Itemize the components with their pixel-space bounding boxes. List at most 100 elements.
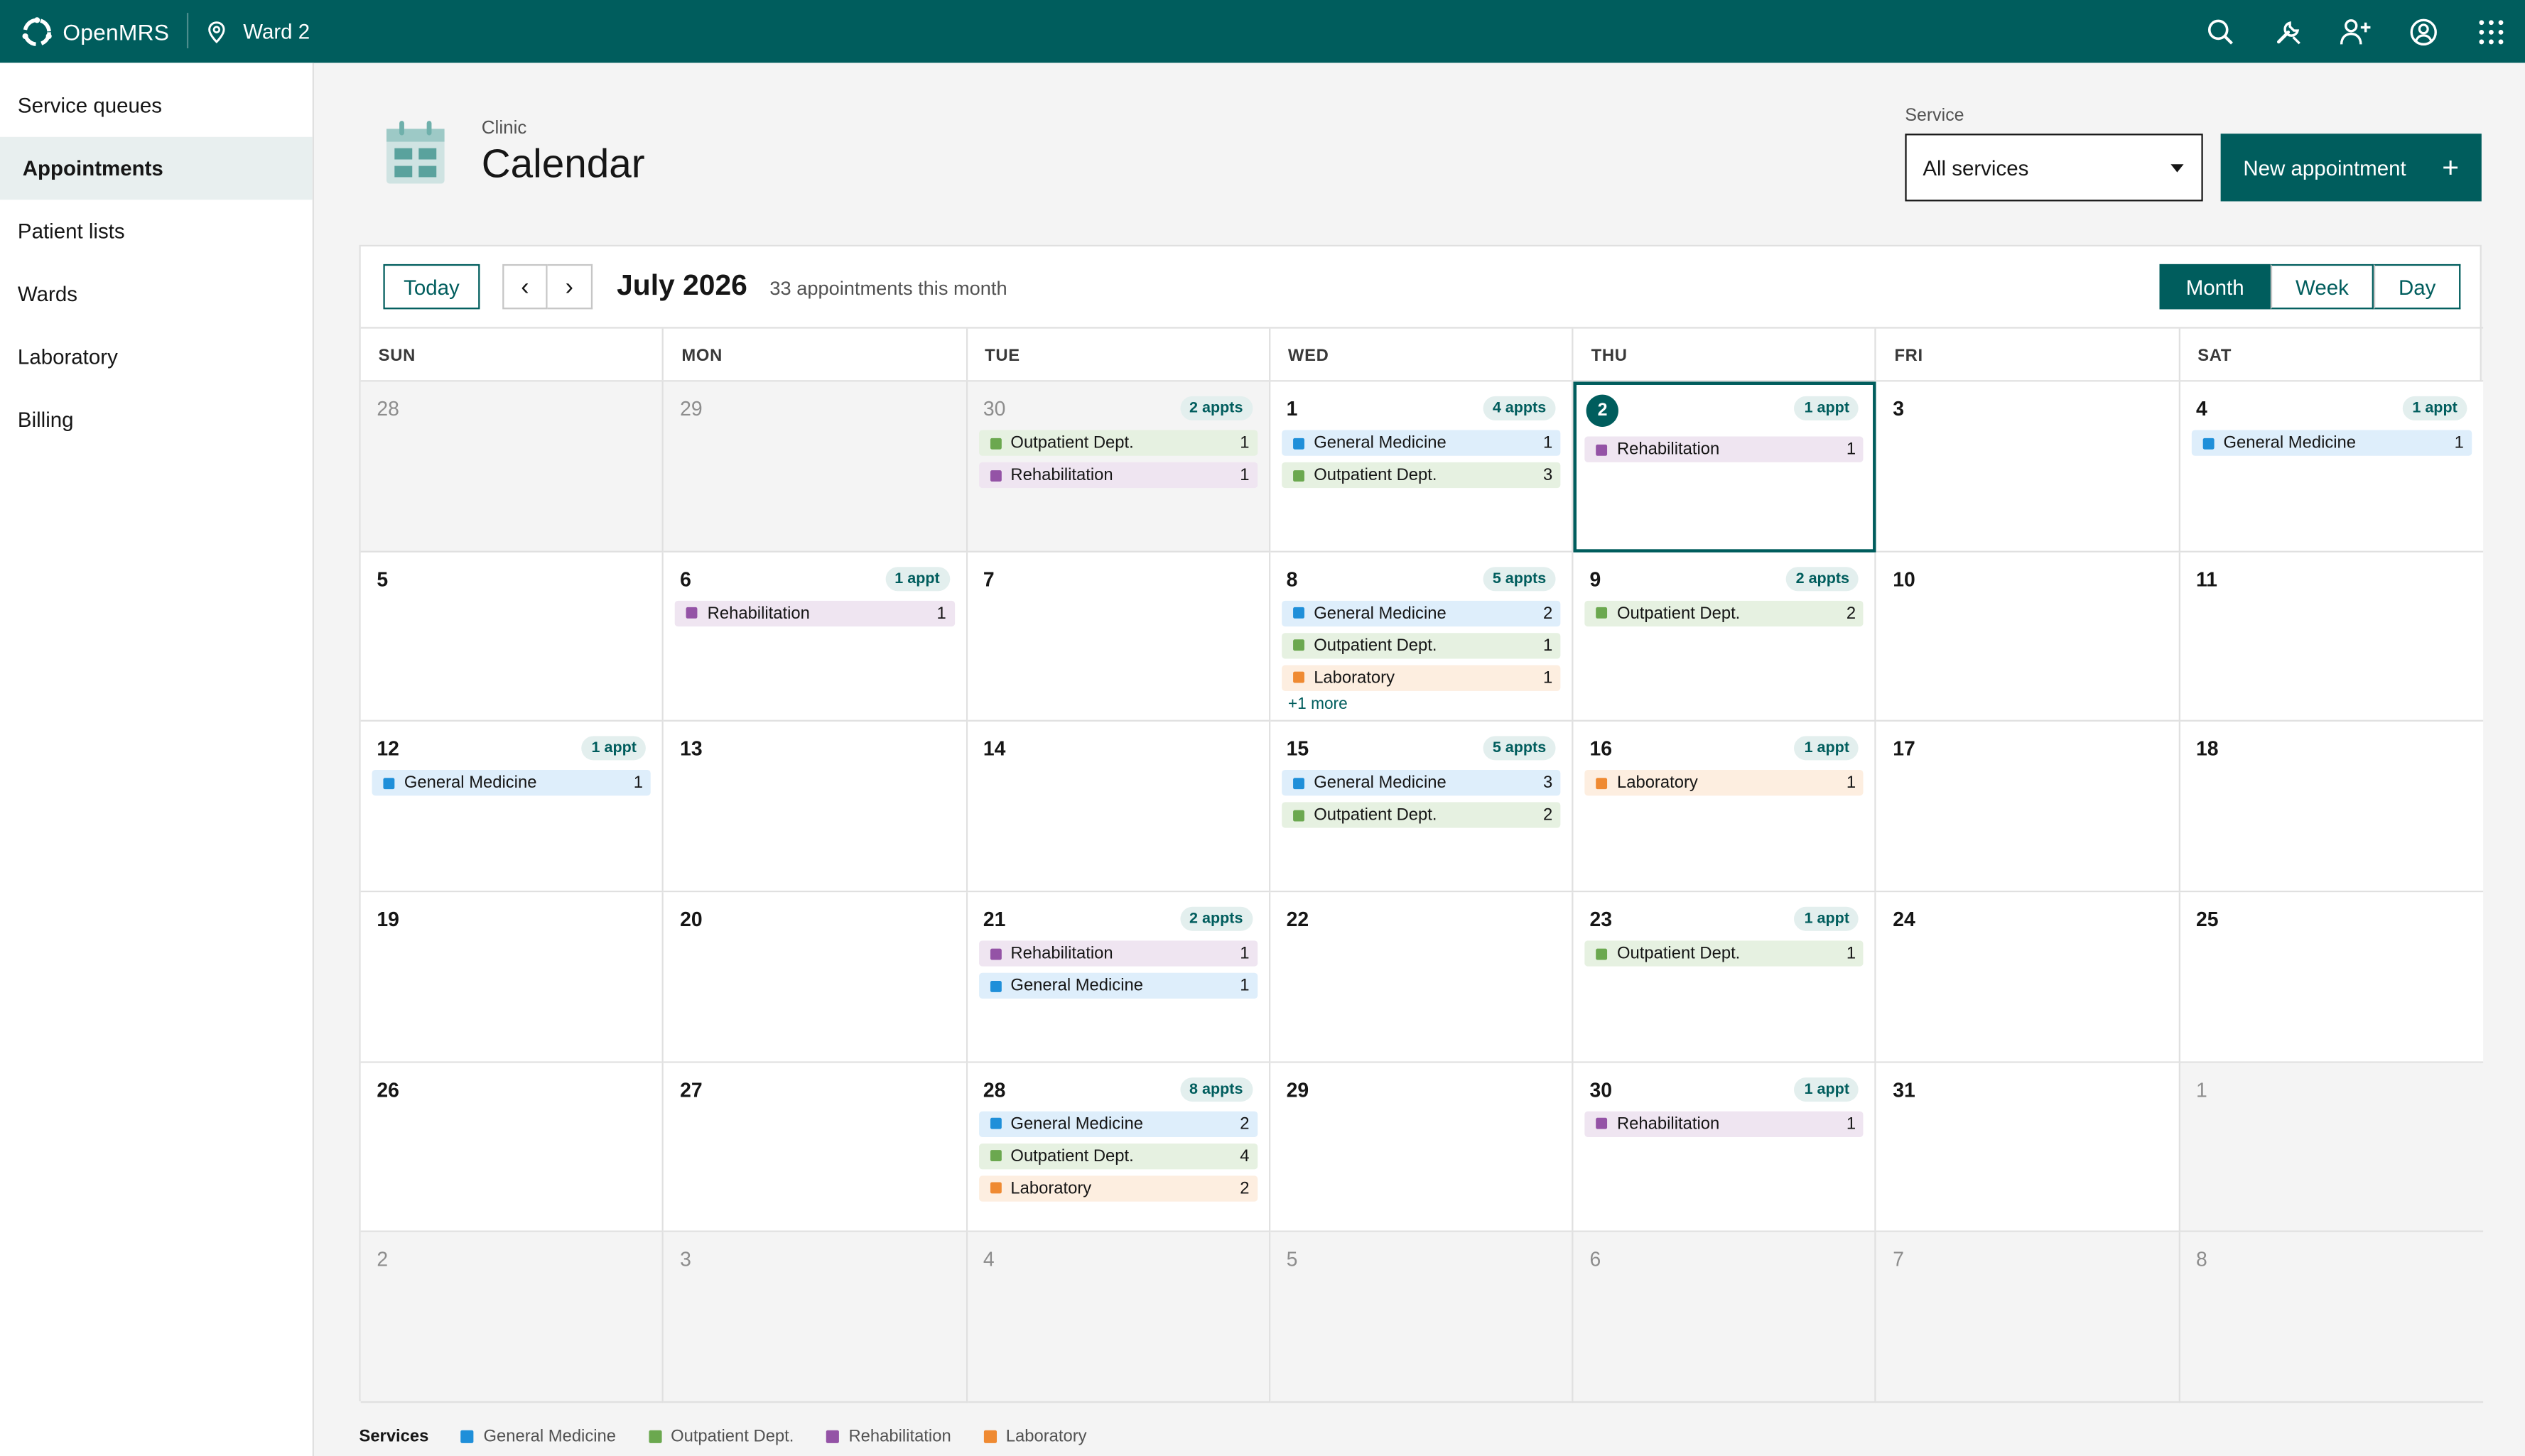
appointment-chip[interactable]: Outpatient Dept. 1 (1584, 940, 1864, 967)
calendar-day-cell[interactable]: 3 (664, 1232, 968, 1403)
sidebar-item-laboratory[interactable]: Laboratory (0, 325, 313, 388)
calendar-day-cell[interactable]: 2 1 appt Rehabilitation 1 (1573, 381, 1877, 553)
service-name: General Medicine (404, 773, 537, 793)
calendar-day-cell[interactable]: 6 1 appt Rehabilitation 1 (664, 552, 968, 722)
calendar-day-cell[interactable]: 3 (1876, 381, 2180, 553)
calendar-day-cell[interactable]: 19 (360, 892, 664, 1063)
appointment-chip[interactable]: Laboratory 2 (978, 1175, 1258, 1201)
day-number: 3 (1893, 398, 1904, 420)
add-patient-button[interactable] (2322, 0, 2389, 63)
appointment-count-badge: 2 appts (1786, 566, 1859, 591)
app-switcher-button[interactable] (2458, 0, 2525, 63)
appointment-chip[interactable]: Outpatient Dept. 1 (978, 430, 1258, 456)
calendar-day-cell[interactable]: 10 (1876, 552, 2180, 722)
appointment-chip[interactable]: Outpatient Dept. 4 (978, 1143, 1258, 1169)
calendar-day-cell[interactable]: 1 (2180, 1062, 2484, 1233)
location-selector[interactable]: Ward 2 (206, 0, 310, 63)
appointment-chip[interactable]: Rehabilitation 1 (675, 600, 955, 626)
new-appointment-label: New appointment (2243, 155, 2406, 180)
calendar-day-cell[interactable]: 12 1 appt General Medicine 1 (360, 722, 664, 893)
calendar-day-cell[interactable]: 9 2 appts Outpatient Dept. 2 (1573, 552, 1877, 722)
calendar-day-cell[interactable]: 16 1 appt Laboratory 1 (1573, 722, 1877, 893)
calendar-day-cell[interactable]: 8 (2180, 1232, 2484, 1403)
appointment-list: General Medicine 1 (2191, 430, 2472, 462)
calendar-day-cell[interactable]: 8 5 appts General Medicine 2 Outpatient Dept… (1270, 552, 1574, 722)
view-day-button[interactable]: Day (2373, 264, 2461, 310)
calendar-day-cell[interactable]: 4 (967, 1232, 1270, 1403)
calendar-day-cell[interactable]: 28 8 appts General Medicine 2 Outpatient Dep… (967, 1062, 1270, 1233)
view-month-button[interactable]: Month (2159, 264, 2271, 310)
appointment-chip[interactable]: General Medicine 3 (1281, 770, 1561, 796)
calendar-day-cell[interactable]: 20 (664, 892, 968, 1063)
previous-month-button[interactable]: ‹ (502, 264, 548, 310)
calendar-day-cell[interactable]: 6 (1573, 1232, 1877, 1403)
next-month-button[interactable]: › (547, 264, 593, 310)
brand-logo[interactable]: OpenMRS (19, 0, 169, 63)
appointments-count: 33 appointments this month (769, 277, 1007, 300)
calendar-day-cell[interactable]: 29 (1270, 1062, 1574, 1233)
appointment-chip[interactable]: General Medicine 1 (978, 972, 1258, 999)
appointment-chip[interactable]: Outpatient Dept. 2 (1281, 803, 1561, 829)
appointment-chip[interactable]: General Medicine 1 (2191, 430, 2472, 456)
appointment-count-badge: 1 appt (1794, 396, 1859, 420)
search-button[interactable] (2187, 0, 2254, 63)
appointment-chip[interactable]: General Medicine 2 (978, 1110, 1258, 1137)
appointment-chip[interactable]: General Medicine 1 (1281, 430, 1561, 456)
calendar-day-cell[interactable]: 18 (2180, 722, 2484, 893)
service-color-dot (1292, 777, 1304, 789)
appointment-chip[interactable]: Outpatient Dept. 1 (1281, 632, 1561, 658)
sidebar-item-appointments[interactable]: Appointments (0, 136, 313, 200)
calendar-day-cell[interactable]: 26 (360, 1062, 664, 1233)
service-color-dot (1292, 671, 1304, 683)
today-button[interactable]: Today (383, 264, 480, 310)
calendar-day-cell[interactable]: 2 (360, 1232, 664, 1403)
appointment-chip[interactable]: Laboratory 1 (1281, 664, 1561, 691)
calendar-day-cell[interactable]: 31 (1876, 1062, 2180, 1233)
calendar-day-cell[interactable]: 29 (664, 381, 968, 553)
calendar-day-cell[interactable]: 27 (664, 1062, 968, 1233)
calendar-day-cell[interactable]: 28 (360, 381, 664, 553)
service-select[interactable]: All services (1905, 134, 2203, 202)
sidebar-item-wards[interactable]: Wards (0, 263, 313, 325)
sidebar-item-patient-lists[interactable]: Patient lists (0, 200, 313, 262)
calendar-day-cell[interactable]: 5 (1270, 1232, 1574, 1403)
appointment-chip[interactable]: Outpatient Dept. 2 (1584, 600, 1864, 626)
tools-button[interactable] (2254, 0, 2322, 63)
appointment-chip[interactable]: Rehabilitation 1 (978, 462, 1258, 489)
appointment-chip[interactable]: Laboratory 1 (1584, 770, 1864, 796)
calendar-day-cell[interactable]: 11 (2180, 552, 2484, 722)
appointment-chip[interactable]: Rehabilitation 1 (1584, 436, 1864, 462)
appointment-count-badge: 1 appt (885, 566, 950, 591)
calendar-day-cell[interactable]: 21 2 appts Rehabilitation 1 General Medicine… (967, 892, 1270, 1063)
calendar-day-cell[interactable]: 15 5 appts General Medicine 3 Outpatient Dep… (1270, 722, 1574, 893)
calendar-day-cell[interactable]: 30 2 appts Outpatient Dept. 1 Rehabilitation… (967, 381, 1270, 553)
calendar-day-cell[interactable]: 24 (1876, 892, 2180, 1063)
appointment-chip[interactable]: Rehabilitation 1 (978, 940, 1258, 967)
calendar-day-cell[interactable]: 13 (664, 722, 968, 893)
view-week-button[interactable]: Week (2270, 264, 2374, 310)
calendar-day-cell[interactable]: 23 1 appt Outpatient Dept. 1 (1573, 892, 1877, 1063)
appointment-chip[interactable]: General Medicine 2 (1281, 600, 1561, 626)
calendar-day-cell[interactable]: 7 (1876, 1232, 2180, 1403)
calendar-day-cell[interactable]: 22 (1270, 892, 1574, 1063)
calendar-day-cell[interactable]: 14 (967, 722, 1270, 893)
new-appointment-button[interactable]: New appointment + (2220, 134, 2482, 202)
calendar-day-cell[interactable]: 5 (360, 552, 664, 722)
day-number: 1 (1286, 398, 1298, 420)
sidebar-item-billing[interactable]: Billing (0, 389, 313, 451)
calendar-day-cell[interactable]: 4 1 appt General Medicine 1 (2180, 381, 2484, 553)
appointment-chip[interactable]: General Medicine 1 (372, 770, 651, 796)
appointment-chip[interactable]: Rehabilitation 1 (1584, 1110, 1864, 1137)
calendar-day-cell[interactable]: 7 (967, 552, 1270, 722)
user-menu-button[interactable] (2390, 0, 2458, 63)
calendar-day-cell[interactable]: 30 1 appt Rehabilitation 1 (1573, 1062, 1877, 1233)
weekday-header: SUN MON TUE WED THU FRI SAT (360, 328, 2484, 382)
calendar-day-cell[interactable]: 1 4 appts General Medicine 1 Outpatient Dept… (1270, 381, 1574, 553)
sidebar-item-service-queues[interactable]: Service queues (0, 74, 313, 136)
weekday-tue: TUE (967, 328, 1270, 381)
more-appointments-link[interactable]: +1 more (1282, 695, 1561, 713)
calendar-day-cell[interactable]: 25 (2180, 892, 2484, 1063)
calendar-day-cell[interactable]: 17 (1876, 722, 2180, 893)
appointment-chip[interactable]: Outpatient Dept. 3 (1281, 462, 1561, 489)
service-color-dot (989, 437, 1001, 449)
